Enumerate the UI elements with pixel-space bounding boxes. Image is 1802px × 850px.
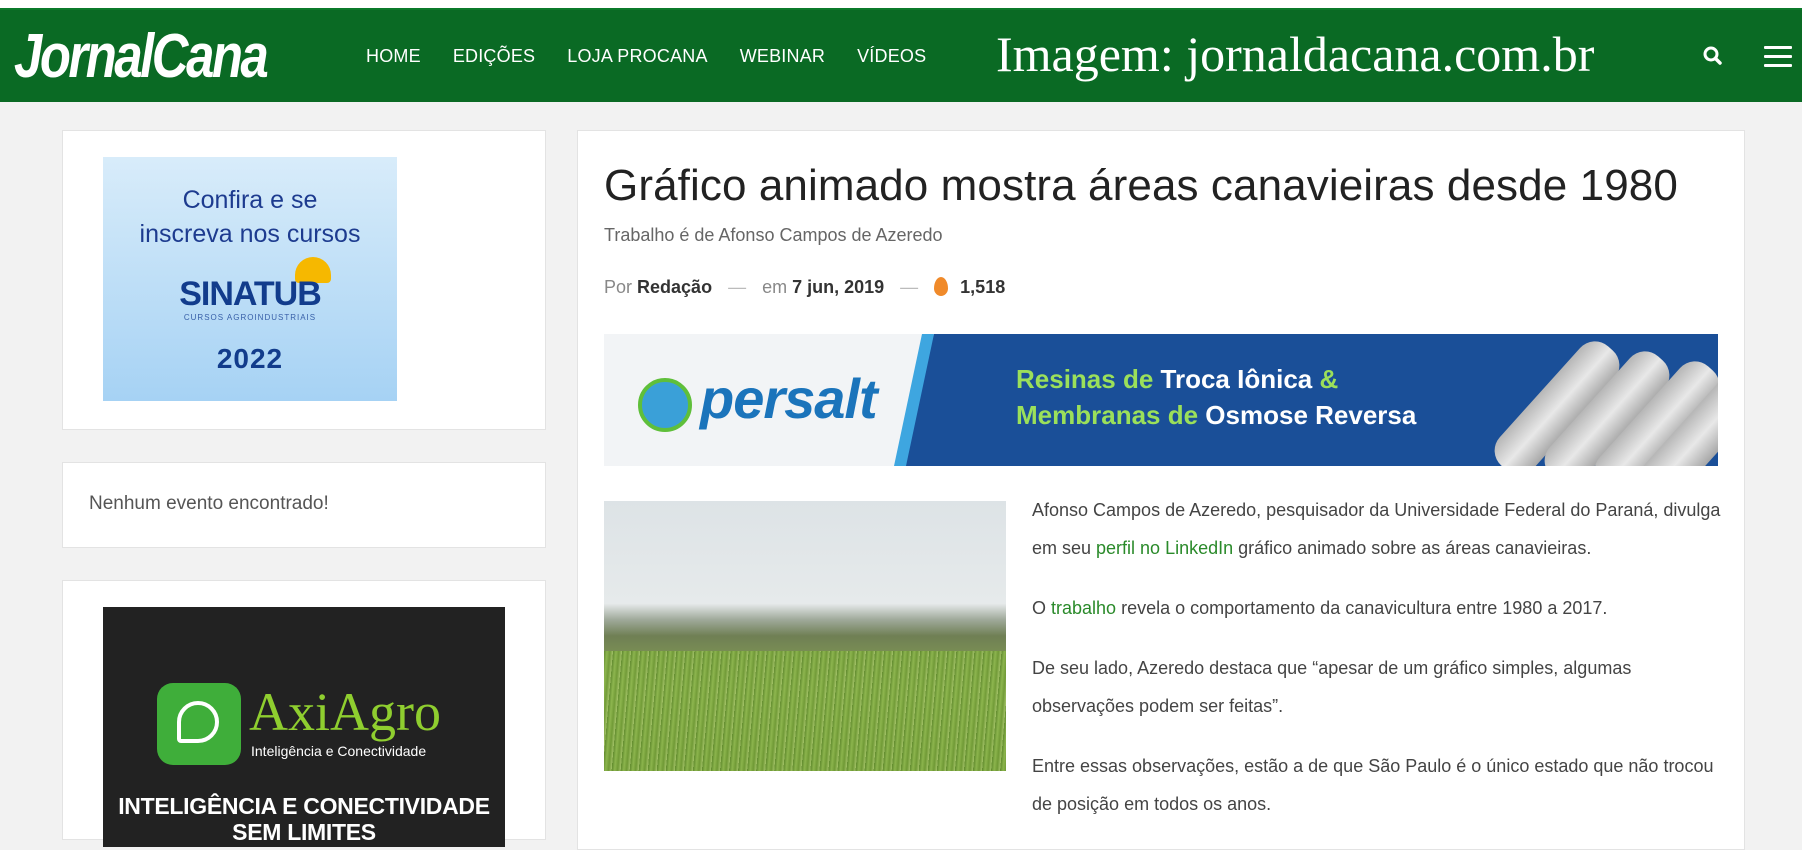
persalt-logo-icon	[638, 378, 692, 432]
main-nav: HOME EDIÇÕES LOJA PROCANA WEBINAR VÍDEOS	[366, 10, 958, 102]
banner-line-1: Resinas de Troca Iônica &	[1016, 364, 1339, 394]
nav-home[interactable]: HOME	[366, 46, 421, 67]
view-count: 1,518	[960, 277, 1006, 297]
author-link[interactable]: Redação	[637, 277, 712, 298]
persalt-ad-banner[interactable]: persalt Resinas de Troca Iônica & Membra…	[604, 334, 1718, 466]
publish-date: 7 jun, 2019	[792, 277, 885, 297]
article-paragraph: Entre essas observações, estão a de que …	[1032, 756, 1714, 814]
axiagro-headline: INTELIGÊNCIA E CONECTIVIDADE SEM LIMITES	[103, 793, 505, 845]
article-container: Gráfico animado mostra áreas canavieiras…	[577, 130, 1745, 850]
site-logo[interactable]: JornalCana	[14, 22, 269, 92]
meta-separator: —	[728, 277, 747, 297]
by-label: Por	[604, 277, 633, 297]
article-paragraph: Afonso Campos de Azeredo, pesquisador da…	[1032, 500, 1721, 558]
sidebar-widget-ad: Confira e se inscreva nos cursos SINATUB…	[62, 130, 546, 430]
axiagro-tagline: Inteligência e Conectividade	[251, 743, 427, 759]
sinatub-line2: inscreva nos cursos	[139, 220, 361, 248]
axiagro-headline-2: SEM LIMITES	[232, 819, 376, 845]
sinatub-line1: Confira e se	[182, 186, 318, 214]
fire-icon	[934, 277, 949, 296]
sinatub-logo-sub: CURSOS AGROINDUSTRIAIS	[183, 313, 317, 322]
article-paragraph: De seu lado, Azeredo destaca que “apesar…	[1032, 658, 1632, 716]
meta-separator: —	[900, 277, 919, 297]
axiagro-headline-1: INTELIGÊNCIA E CONECTIVIDADE	[118, 793, 490, 819]
article-body: Afonso Campos de Azeredo, pesquisador da…	[1032, 491, 1722, 845]
events-widget: Nenhum evento encontrado!	[62, 462, 546, 548]
sinatub-year: 2022	[216, 343, 284, 374]
article-title: Gráfico animado mostra áreas canavieiras…	[604, 161, 1678, 210]
article-meta: Por Redação — em 7 jun, 2019 — 1,518	[604, 277, 1005, 298]
trabalho-link[interactable]: trabalho	[1051, 598, 1116, 618]
membrane-tubes-image	[1486, 334, 1718, 466]
sinatub-logo: SINATUB	[179, 275, 322, 313]
menu-icon[interactable]	[1764, 46, 1792, 68]
date-label: em	[762, 277, 788, 297]
axiagro-logo: AxiAgro	[249, 682, 441, 742]
top-accent-line	[0, 0, 1802, 10]
sugarcane-field-photo	[604, 501, 1006, 771]
sidebar-widget-ad-2: AxiAgro Inteligência e Conectividade INT…	[62, 580, 546, 847]
article-subtitle: Trabalho é de Afonso Campos de Azeredo	[604, 225, 943, 245]
article-paragraph: O trabalho revela o comportamento da can…	[1032, 598, 1608, 618]
search-icon[interactable]	[1700, 43, 1726, 69]
nav-loja-procana[interactable]: LOJA PROCANA	[567, 46, 707, 67]
persalt-logo: persalt	[700, 367, 878, 430]
image-credit-overlay: Imagem: jornaldacana.com.br	[996, 26, 1595, 82]
banner-line-2: Membranas de Osmose Reversa	[1016, 400, 1417, 430]
leaf-icon	[157, 683, 241, 765]
linkedin-profile-link[interactable]: perfil no LinkedIn	[1096, 538, 1233, 558]
nav-webinar[interactable]: WEBINAR	[740, 46, 825, 67]
sinatub-ad-banner[interactable]: Confira e se inscreva nos cursos SINATUB…	[103, 157, 397, 401]
nav-edicoes[interactable]: EDIÇÕES	[453, 46, 535, 67]
nav-videos[interactable]: VÍDEOS	[857, 46, 926, 67]
site-header: JornalCana HOME EDIÇÕES LOJA PROCANA WEB…	[0, 10, 1802, 102]
axiagro-ad-banner[interactable]: AxiAgro Inteligência e Conectividade INT…	[103, 607, 505, 847]
sinatub-ad-text: Confira e se inscreva nos cursos	[103, 183, 397, 251]
events-empty-message: Nenhum evento encontrado!	[89, 493, 329, 514]
